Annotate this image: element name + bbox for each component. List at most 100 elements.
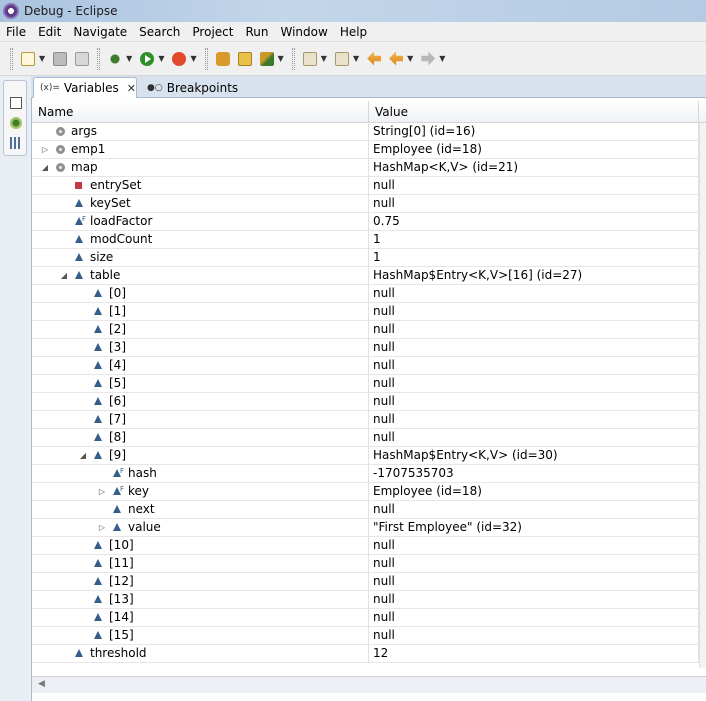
next-annotation-button[interactable] bbox=[300, 49, 320, 69]
collapse-arrow-icon[interactable]: ◢ bbox=[78, 447, 88, 464]
tree-row[interactable]: [15] null bbox=[32, 627, 699, 645]
menu-help[interactable]: Help bbox=[334, 25, 373, 39]
menu-bar: File Edit Navigate Search Project Run Wi… bbox=[0, 22, 706, 42]
name-cell: ▷ Fkey bbox=[32, 483, 369, 501]
variable-name: size bbox=[90, 250, 114, 264]
run-button[interactable] bbox=[137, 49, 157, 69]
tree-row[interactable]: [7] null bbox=[32, 411, 699, 429]
tree-row[interactable]: [14] null bbox=[32, 609, 699, 627]
tree-row[interactable]: ◢ map HashMap<K,V> (id=21) bbox=[32, 159, 699, 177]
column-header-value[interactable]: Value bbox=[369, 101, 699, 123]
vertical-scrollbar[interactable] bbox=[699, 123, 706, 668]
tree-row[interactable]: entrySet null bbox=[32, 177, 699, 195]
tree-row[interactable]: next null bbox=[32, 501, 699, 519]
tree-row[interactable]: [4] null bbox=[32, 357, 699, 375]
expand-arrow-icon[interactable]: ▷ bbox=[97, 519, 107, 536]
tab-breakpoints[interactable]: ●○ Breakpoints bbox=[141, 77, 259, 98]
debug-dropdown-icon[interactable]: ▼ bbox=[126, 54, 132, 63]
name-cell: [0] bbox=[32, 285, 369, 303]
last-edit-button[interactable] bbox=[364, 49, 384, 69]
column-header-name[interactable]: Name bbox=[32, 101, 369, 123]
external-tools-button[interactable] bbox=[169, 49, 189, 69]
menu-run[interactable]: Run bbox=[239, 25, 274, 39]
tree-row[interactable]: [12] null bbox=[32, 573, 699, 591]
window-title: Debug - Eclipse bbox=[24, 4, 118, 18]
menu-navigate[interactable]: Navigate bbox=[67, 25, 133, 39]
menu-window[interactable]: Window bbox=[274, 25, 333, 39]
collapse-arrow-icon[interactable]: ◢ bbox=[40, 159, 50, 176]
tree-row[interactable]: [11] null bbox=[32, 555, 699, 573]
forward-button[interactable] bbox=[418, 49, 438, 69]
tab-variables[interactable]: (x)= Variables ✕ bbox=[33, 77, 137, 98]
collapse-arrow-icon[interactable]: ◢ bbox=[59, 267, 69, 284]
name-cell: [2] bbox=[32, 321, 369, 339]
threads-view-icon[interactable] bbox=[10, 137, 22, 149]
tree-row[interactable]: [0] null bbox=[32, 285, 699, 303]
ant-dropdown-icon[interactable]: ▼ bbox=[278, 54, 284, 63]
toolbar-grip[interactable] bbox=[10, 47, 13, 70]
new-button[interactable] bbox=[18, 49, 38, 69]
variables-icon: (x)= bbox=[40, 83, 60, 93]
variable-value: HashMap$Entry<K,V> (id=30) bbox=[369, 447, 699, 465]
final-marker-icon: F bbox=[120, 467, 125, 475]
tree-row[interactable]: FloadFactor 0.75 bbox=[32, 213, 699, 231]
expand-arrow-icon[interactable]: ▷ bbox=[97, 483, 107, 500]
menu-edit[interactable]: Edit bbox=[32, 25, 67, 39]
horizontal-scrollbar[interactable]: ◀ bbox=[32, 676, 706, 693]
tree-row[interactable]: ◢ [9] HashMap$Entry<K,V> (id=30) bbox=[32, 447, 699, 465]
tree-row[interactable]: [10] null bbox=[32, 537, 699, 555]
debug-view-icon[interactable] bbox=[10, 117, 22, 129]
tree-row[interactable]: [13] null bbox=[32, 591, 699, 609]
tree-row[interactable]: [8] null bbox=[32, 429, 699, 447]
tree-row[interactable]: ▷ value "First Employee" (id=32) bbox=[32, 519, 699, 537]
variables-tree: args String[0] (id=16) ▷ emp1 Employee (id=1… bbox=[32, 123, 699, 663]
tree-row[interactable]: [6] null bbox=[32, 393, 699, 411]
new-dropdown-icon[interactable]: ▼ bbox=[39, 54, 45, 63]
toolbar-grip[interactable] bbox=[204, 47, 208, 70]
tree-row[interactable]: keySet null bbox=[32, 195, 699, 213]
tree-row[interactable]: [2] null bbox=[32, 321, 699, 339]
tree-row[interactable]: [1] null bbox=[32, 303, 699, 321]
back-button[interactable] bbox=[386, 49, 406, 69]
prev-annotation-dropdown-icon[interactable]: ▼ bbox=[353, 54, 359, 63]
tree-row[interactable]: ▷ Fkey Employee (id=18) bbox=[32, 483, 699, 501]
forward-dropdown-icon[interactable]: ▼ bbox=[439, 54, 445, 63]
save-button[interactable] bbox=[50, 49, 70, 69]
next-annotation-dropdown-icon[interactable]: ▼ bbox=[321, 54, 327, 63]
prev-annotation-button[interactable] bbox=[332, 49, 352, 69]
tree-row[interactable]: ◢ table HashMap$Entry<K,V>[16] (id=27) bbox=[32, 267, 699, 285]
new-package-button[interactable] bbox=[213, 49, 233, 69]
ant-button[interactable] bbox=[257, 49, 277, 69]
open-type-button[interactable] bbox=[235, 49, 255, 69]
expand-arrow-icon[interactable]: ▷ bbox=[40, 141, 50, 158]
name-cell: entrySet bbox=[32, 177, 369, 195]
external-tools-dropdown-icon[interactable]: ▼ bbox=[190, 54, 196, 63]
tree-row[interactable]: [5] null bbox=[32, 375, 699, 393]
tree-row[interactable]: modCount 1 bbox=[32, 231, 699, 249]
variable-value: null bbox=[369, 357, 699, 375]
tree-row[interactable]: threshold 12 bbox=[32, 645, 699, 663]
scroll-left-icon[interactable]: ◀ bbox=[38, 679, 45, 689]
tree-row[interactable]: ▷ emp1 Employee (id=18) bbox=[32, 141, 699, 159]
tree-row[interactable]: args String[0] (id=16) bbox=[32, 123, 699, 141]
field-icon bbox=[94, 397, 102, 405]
field-icon bbox=[94, 595, 102, 603]
toolbar-grip[interactable] bbox=[97, 47, 101, 70]
print-button[interactable] bbox=[72, 49, 92, 69]
menu-search[interactable]: Search bbox=[133, 25, 186, 39]
field-icon bbox=[94, 577, 102, 585]
final-field-icon: F bbox=[113, 467, 124, 477]
tree-row[interactable]: [3] null bbox=[32, 339, 699, 357]
back-dropdown-icon[interactable]: ▼ bbox=[407, 54, 413, 63]
restore-icon[interactable] bbox=[10, 97, 22, 109]
tree-row[interactable]: Fhash -1707535703 bbox=[32, 465, 699, 483]
close-icon[interactable]: ✕ bbox=[127, 82, 136, 95]
menu-file[interactable]: File bbox=[0, 25, 32, 39]
debug-button[interactable] bbox=[105, 49, 125, 69]
tree-row[interactable]: size 1 bbox=[32, 249, 699, 267]
field-icon bbox=[94, 289, 102, 297]
run-dropdown-icon[interactable]: ▼ bbox=[158, 54, 164, 63]
menu-project[interactable]: Project bbox=[186, 25, 239, 39]
toolbar-grip[interactable] bbox=[291, 47, 295, 70]
variable-name: [4] bbox=[109, 358, 126, 372]
